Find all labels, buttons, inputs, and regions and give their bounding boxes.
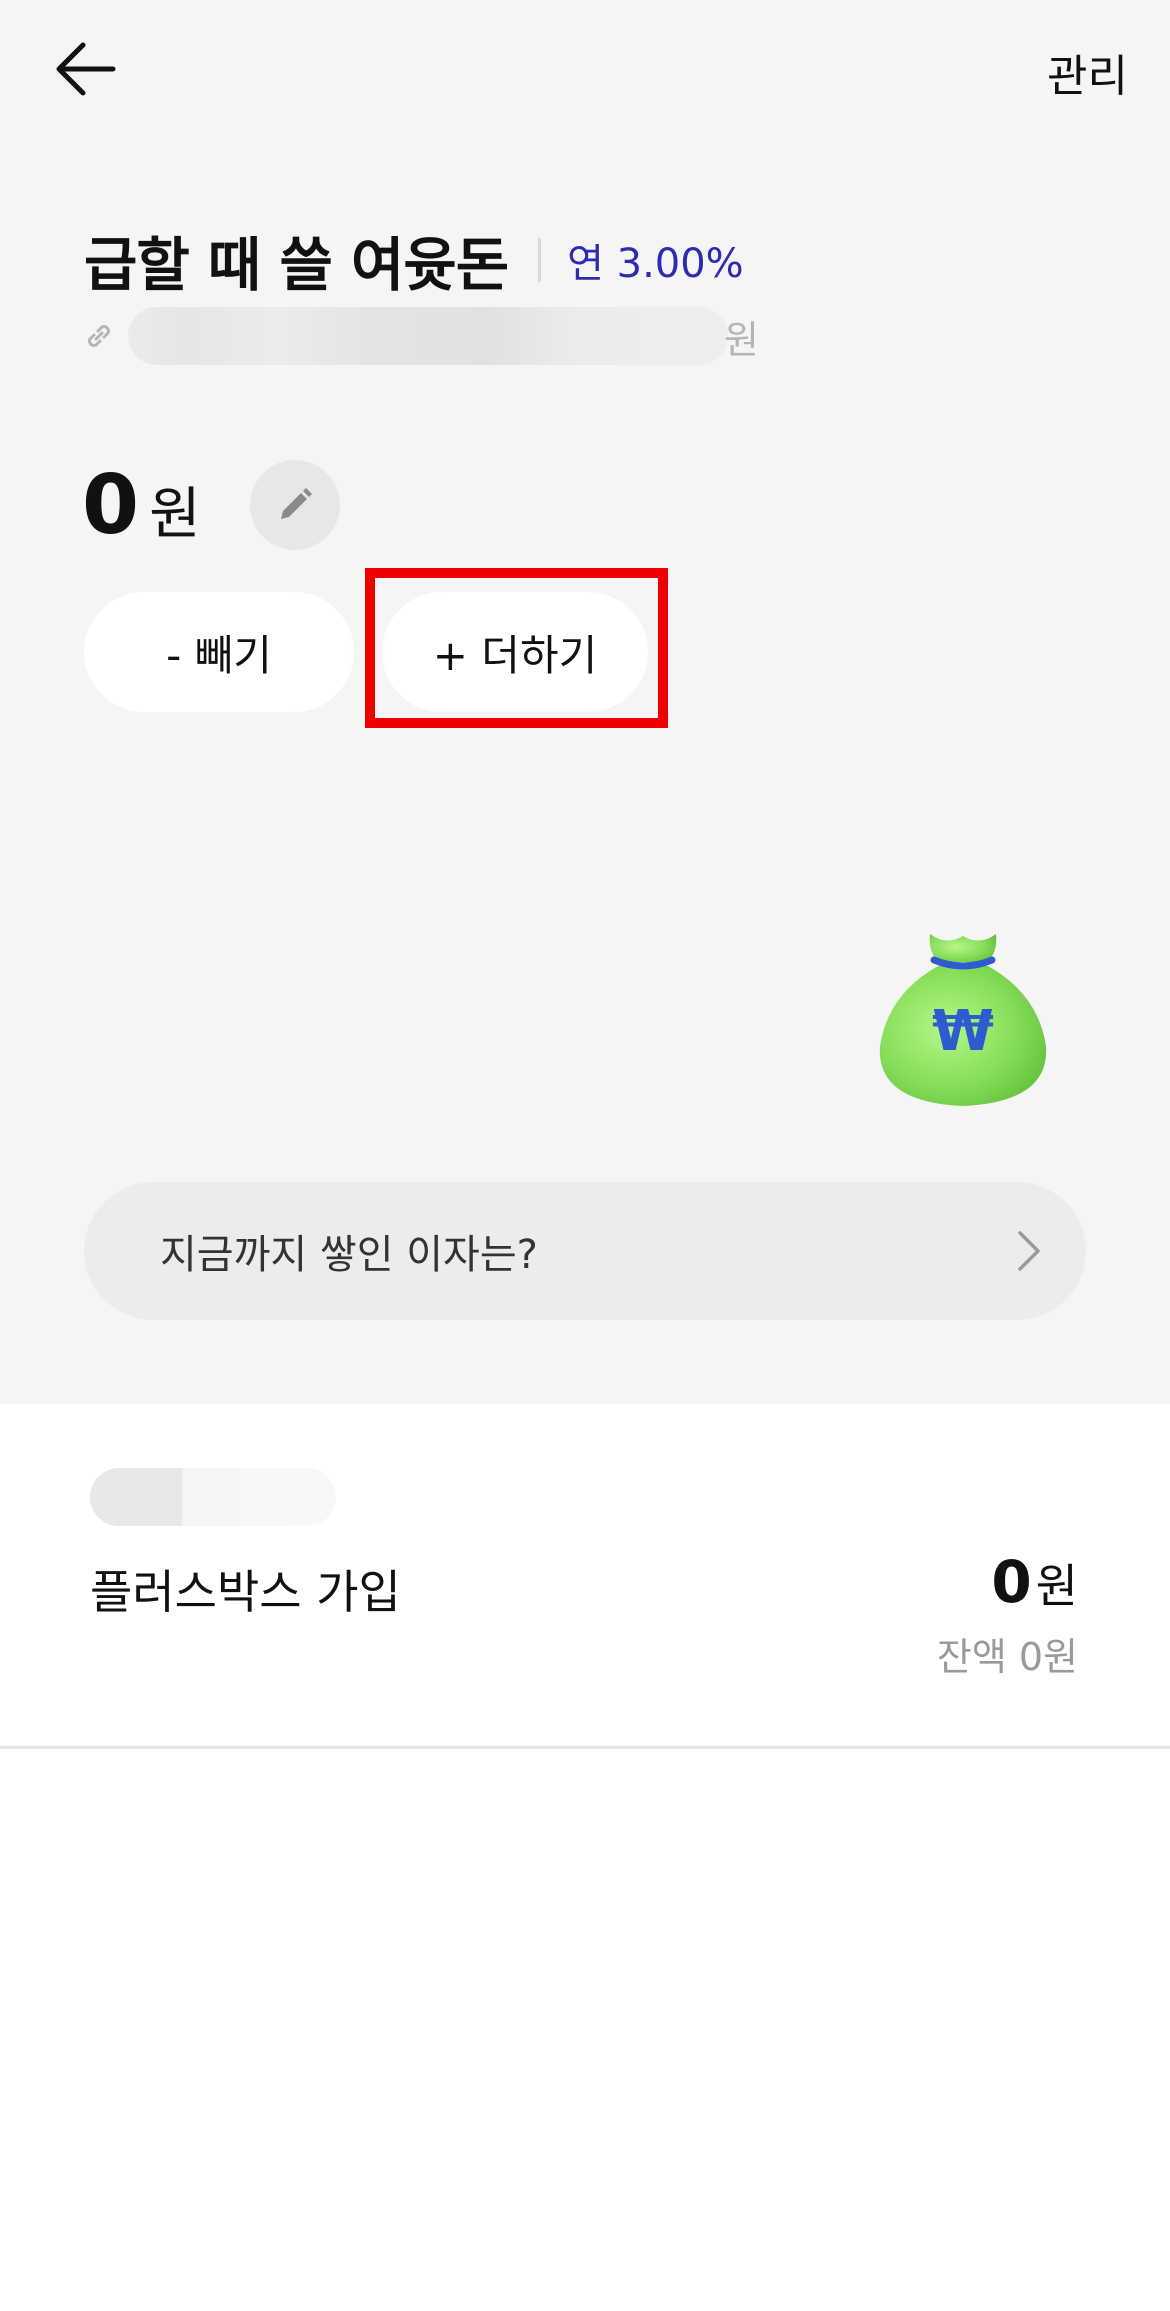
interest-rate: 연 3.00%	[567, 241, 744, 287]
manage-button[interactable]: 관리	[1047, 40, 1128, 104]
highlight-box	[365, 568, 668, 728]
edit-balance-button[interactable]	[250, 460, 340, 550]
transaction-amount-unit: 원	[1035, 1559, 1078, 1613]
accrued-interest-button[interactable]: 지금까지 쌓인 이자는?	[84, 1182, 1086, 1320]
accrued-interest-label: 지금까지 쌓인 이자는?	[160, 1232, 538, 1278]
transaction-balance: 잔액 0원	[936, 1635, 1078, 1679]
balance-value: 0	[82, 458, 139, 553]
won-symbol: ₩	[932, 999, 994, 1064]
account-suffix: 원	[724, 317, 759, 362]
arrow-left-icon	[56, 42, 116, 96]
transaction-title: 플러스박스 가입	[90, 1565, 401, 1619]
masked-date	[90, 1468, 336, 1526]
account-summary-section: 관리 급할 때 쓸 여윳돈 연 3.00% 원 0 원 - 빼기 + 더하기 ₩…	[0, 0, 1170, 1404]
balance-display: 0 원	[82, 458, 201, 553]
transaction-amount: 0 원	[991, 1548, 1078, 1616]
transaction-list: 플러스박스 가입 0 원 잔액 0원	[0, 1404, 1170, 1749]
withdraw-button[interactable]: - 빼기	[84, 592, 354, 712]
account-number-row: 원	[84, 306, 759, 366]
back-button[interactable]	[50, 38, 120, 100]
account-title: 급할 때 쓸 여윳돈	[84, 231, 509, 299]
money-bag-icon: ₩	[879, 934, 1047, 1106]
pencil-icon	[281, 488, 312, 519]
masked-account-info	[128, 307, 728, 365]
chevron-right-icon	[1018, 1231, 1040, 1271]
list-divider	[0, 1746, 1170, 1749]
title-divider	[538, 238, 542, 282]
account-title-row: 급할 때 쓸 여윳돈 연 3.00%	[84, 218, 744, 302]
balance-unit: 원	[149, 482, 201, 547]
transaction-amount-value: 0	[991, 1548, 1032, 1616]
link-icon	[88, 325, 110, 347]
